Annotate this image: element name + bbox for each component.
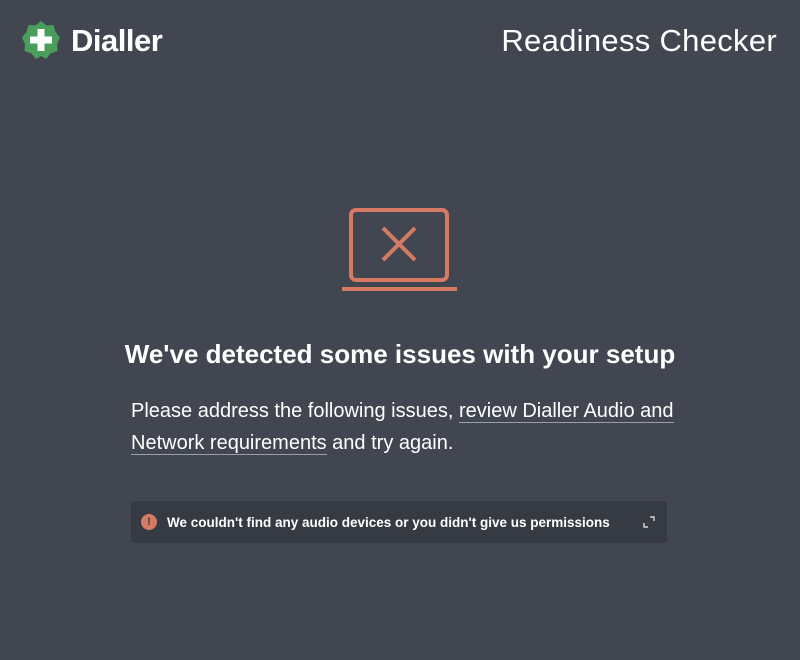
instructions-prefix: Please address the following issues, (131, 400, 459, 422)
error-icon: ! (141, 514, 157, 530)
expand-icon[interactable] (643, 516, 655, 528)
page-headline: We've detected some issues with your set… (124, 339, 676, 369)
header: Dialler Readiness Checker (0, 0, 800, 82)
issue-item[interactable]: ! We couldn't find any audio devices or … (131, 501, 667, 543)
instructions-suffix: and try again. (326, 432, 454, 454)
instructions-text: Please address the following issues, rev… (131, 395, 691, 459)
brand-name: Dialler (71, 22, 163, 58)
issue-text: We couldn't find any audio devices or yo… (167, 514, 610, 530)
laptop-error-icon (342, 208, 457, 291)
app-title: Readiness Checker (501, 23, 777, 58)
brand-logo: Dialler (21, 18, 163, 62)
plus-badge-icon (22, 21, 60, 59)
